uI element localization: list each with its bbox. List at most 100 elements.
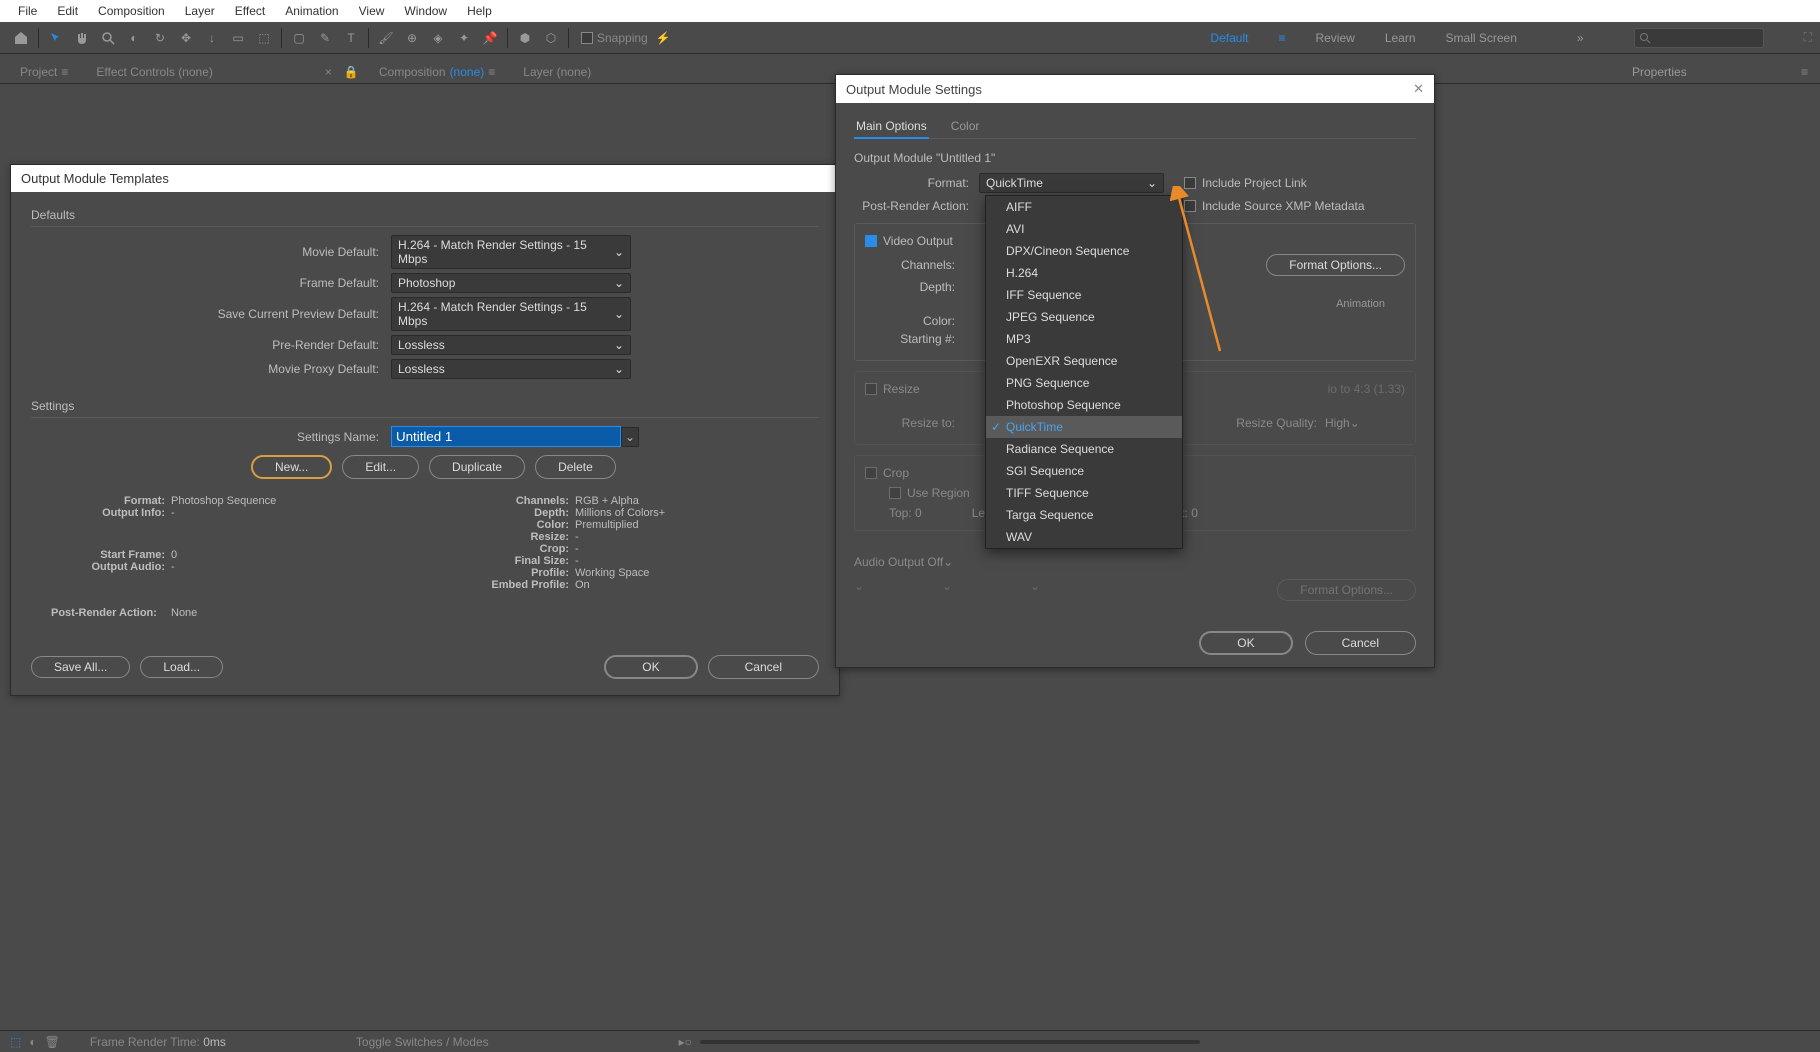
hand-tool-icon[interactable]: [71, 27, 93, 49]
menu-layer[interactable]: Layer: [175, 2, 225, 20]
format-option[interactable]: JPEG Sequence: [986, 306, 1182, 328]
tab-lock-icon[interactable]: 🔒: [344, 65, 359, 79]
menu-window[interactable]: Window: [394, 2, 457, 20]
clone-tool-icon[interactable]: ⊕: [401, 27, 423, 49]
format-options-button[interactable]: Format Options...: [1266, 254, 1405, 276]
format-option[interactable]: Radiance Sequence: [986, 438, 1182, 460]
format-option[interactable]: AIFF: [986, 196, 1182, 218]
menu-edit[interactable]: Edit: [47, 2, 88, 20]
brush-tool-icon[interactable]: 🖌: [375, 27, 397, 49]
snapping-checkbox-icon[interactable]: [581, 32, 593, 44]
timeline-scrubber[interactable]: [700, 1040, 1200, 1044]
menu-effect[interactable]: Effect: [225, 2, 275, 20]
resize-quality-dropdown[interactable]: High⌄: [1325, 416, 1405, 430]
rotate-tool-icon[interactable]: ↻: [149, 27, 171, 49]
audio-ch-dropdown[interactable]: ⌄: [1030, 579, 1110, 601]
status-icon3[interactable]: 🗑: [45, 1035, 60, 1049]
text-tool-icon[interactable]: T: [340, 27, 362, 49]
include-project-link-checkbox[interactable]: Include Project Link: [1184, 176, 1307, 190]
proxy-default-dropdown[interactable]: Lossless⌄: [391, 359, 631, 379]
rectangle-tool-icon[interactable]: ▢: [288, 27, 310, 49]
oms-cancel-button[interactable]: Cancel: [1305, 631, 1416, 655]
edit-button[interactable]: Edit...: [342, 455, 419, 479]
format-option[interactable]: AVI: [986, 218, 1182, 240]
anchor-tool-icon[interactable]: ↓: [201, 27, 223, 49]
workspace-review[interactable]: Review: [1315, 31, 1354, 45]
video-output-checkbox[interactable]: [865, 235, 877, 247]
status-icon2[interactable]: ◐: [29, 1035, 36, 1049]
tab-close-icon[interactable]: ×: [325, 65, 332, 79]
new-button[interactable]: New...: [251, 455, 332, 479]
3d-tool2-icon[interactable]: ⬡: [540, 27, 562, 49]
delete-button[interactable]: Delete: [535, 455, 616, 479]
settings-name-dropdown-icon[interactable]: ⌄: [621, 427, 639, 447]
crop-checkbox[interactable]: [865, 467, 877, 479]
format-option[interactable]: OpenEXR Sequence: [986, 350, 1182, 372]
menu-animation[interactable]: Animation: [275, 2, 348, 20]
tab-project[interactable]: Project≡: [12, 61, 76, 83]
format-option[interactable]: WAV: [986, 526, 1182, 548]
tab-color[interactable]: Color: [949, 115, 982, 138]
snapping-toggle[interactable]: Snapping ⚡: [581, 31, 671, 45]
pen-tool-icon[interactable]: ✎: [314, 27, 336, 49]
puppet-tool-icon[interactable]: 📌: [479, 27, 501, 49]
workspace-default[interactable]: Default: [1210, 31, 1248, 45]
preview-default-dropdown[interactable]: H.264 - Match Render Settings - 15 Mbps⌄: [391, 297, 631, 331]
roto-tool-icon[interactable]: ✦: [453, 27, 475, 49]
audio-output-dropdown[interactable]: Audio Output Off⌄: [854, 555, 984, 569]
eraser-tool-icon[interactable]: ◈: [427, 27, 449, 49]
workspace-hamburger-icon[interactable]: ≡: [1278, 31, 1285, 45]
format-option[interactable]: QuickTime: [986, 416, 1182, 438]
pan-behind-tool-icon[interactable]: ✥: [175, 27, 197, 49]
shape-tool-icon[interactable]: ▭: [227, 27, 249, 49]
orbit-tool-icon[interactable]: ◐: [123, 27, 145, 49]
settings-name-input[interactable]: [391, 426, 621, 447]
movie-default-dropdown[interactable]: H.264 - Match Render Settings - 15 Mbps⌄: [391, 235, 631, 269]
close-icon[interactable]: ✕: [1413, 81, 1424, 97]
expand-icon[interactable]: ⛶: [1804, 30, 1812, 45]
format-dropdown[interactable]: QuickTime⌄: [979, 173, 1164, 193]
load-button[interactable]: Load...: [140, 656, 223, 678]
workspace-small-screen[interactable]: Small Screen: [1446, 31, 1517, 45]
tab-effect-controls[interactable]: Effect Controls (none): [88, 61, 221, 83]
audio-bit-dropdown[interactable]: ⌄: [942, 579, 1022, 601]
menu-file[interactable]: File: [8, 2, 47, 20]
search-input[interactable]: [1634, 28, 1764, 48]
status-icon1[interactable]: ⬚: [10, 1035, 21, 1049]
prerender-default-dropdown[interactable]: Lossless⌄: [391, 335, 631, 355]
format-option[interactable]: DPX/Cineon Sequence: [986, 240, 1182, 262]
templates-cancel-button[interactable]: Cancel: [708, 655, 819, 679]
menu-composition[interactable]: Composition: [88, 2, 175, 20]
tab-properties[interactable]: Properties ≡: [1620, 61, 1820, 83]
templates-ok-button[interactable]: OK: [604, 655, 697, 679]
format-option[interactable]: SGI Sequence: [986, 460, 1182, 482]
include-xmp-checkbox[interactable]: Include Source XMP Metadata: [1184, 199, 1365, 213]
format-option[interactable]: PNG Sequence: [986, 372, 1182, 394]
frame-default-dropdown[interactable]: Photoshop⌄: [391, 273, 631, 293]
tab-layer[interactable]: Layer (none): [515, 61, 599, 83]
toggle-switches-button[interactable]: Toggle Switches / Modes: [356, 1035, 489, 1049]
format-option[interactable]: H.264: [986, 262, 1182, 284]
resize-checkbox[interactable]: [865, 383, 877, 395]
menu-view[interactable]: View: [349, 2, 395, 20]
duplicate-button[interactable]: Duplicate: [429, 455, 525, 479]
format-option[interactable]: MP3: [986, 328, 1182, 350]
selection-tool-icon[interactable]: [45, 27, 67, 49]
3d-tool-icon[interactable]: ⬢: [514, 27, 536, 49]
menu-help[interactable]: Help: [457, 2, 502, 20]
format-option[interactable]: Photoshop Sequence: [986, 394, 1182, 416]
workspace-learn[interactable]: Learn: [1385, 31, 1416, 45]
tab-composition[interactable]: Composition (none) ≡: [371, 61, 503, 83]
mask-tool-icon[interactable]: ⬚: [253, 27, 275, 49]
save-all-button[interactable]: Save All...: [31, 656, 130, 678]
zoom-tool-icon[interactable]: [97, 27, 119, 49]
use-region-checkbox[interactable]: [889, 487, 901, 499]
audio-format-options-button[interactable]: Format Options...: [1277, 579, 1416, 601]
format-option[interactable]: Targa Sequence: [986, 504, 1182, 526]
audio-rate-dropdown[interactable]: ⌄: [854, 579, 934, 601]
oms-ok-button[interactable]: OK: [1199, 631, 1292, 655]
format-option[interactable]: TIFF Sequence: [986, 482, 1182, 504]
timeline-marker-icon[interactable]: ▸○: [679, 1035, 692, 1049]
home-icon[interactable]: [10, 27, 32, 49]
tab-main-options[interactable]: Main Options: [854, 115, 929, 139]
